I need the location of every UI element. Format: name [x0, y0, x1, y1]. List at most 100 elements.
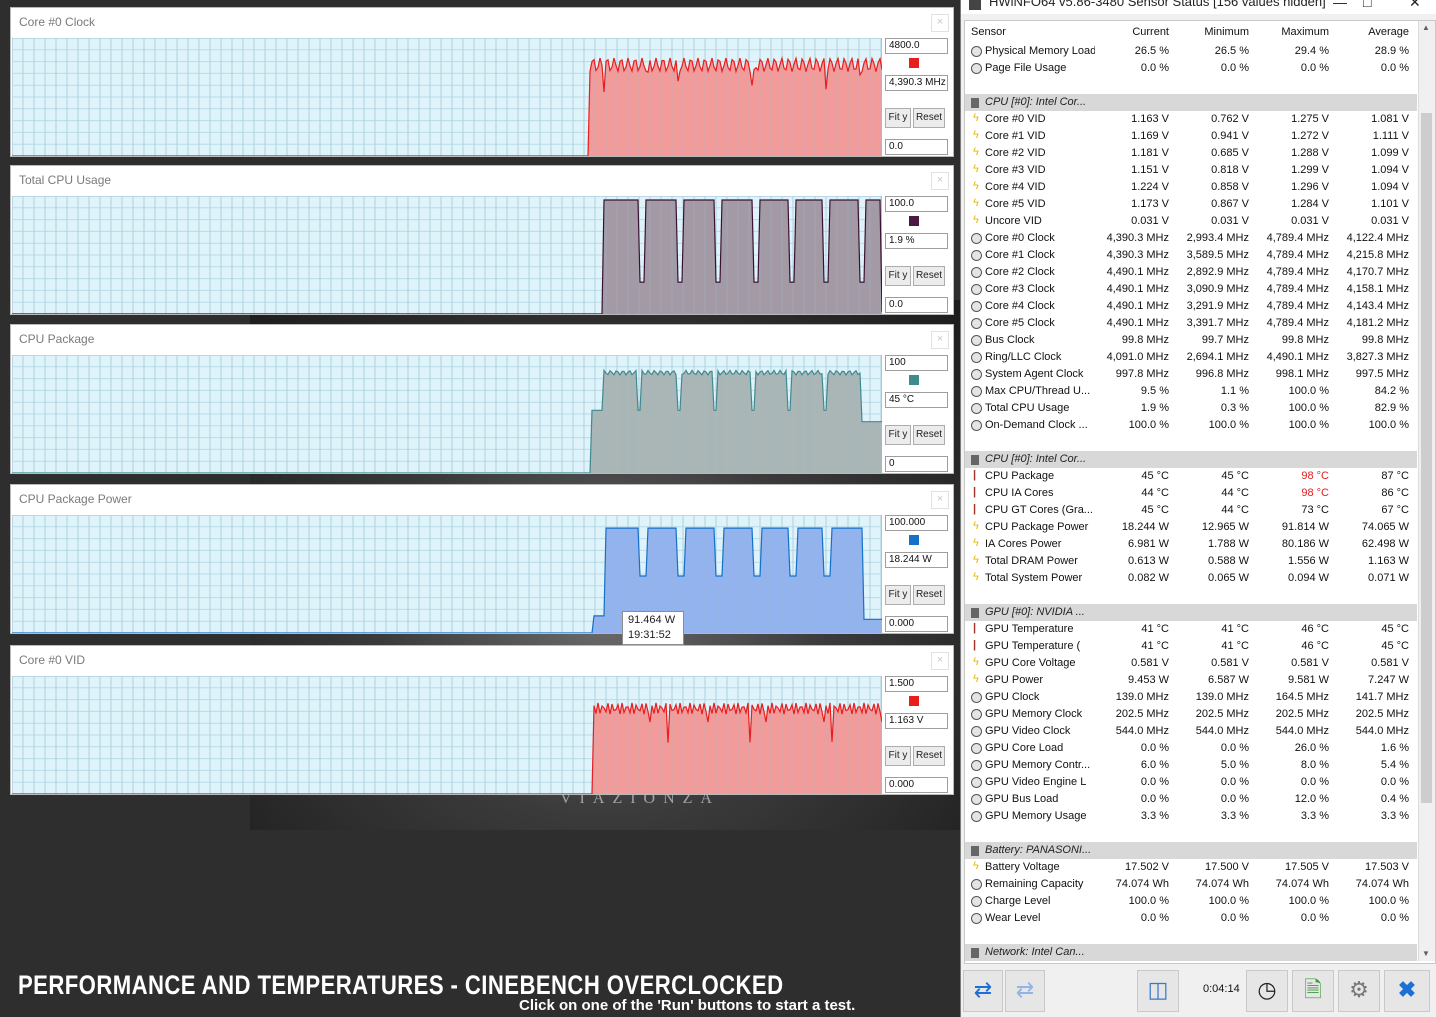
- sensor-row[interactable]: | CPU Package 45 °C 45 °C 98 °C 87 °C: [965, 468, 1417, 485]
- sensor-row[interactable]: ϟ Core #1 VID 1.169 V 0.941 V 1.272 V 1.111 V: [965, 128, 1417, 145]
- fit-y-button[interactable]: Fit y: [885, 585, 911, 605]
- reset-button[interactable]: Reset: [913, 425, 945, 445]
- sensor-row[interactable]: Remaining Capacity 74.074 Wh 74.074 Wh 74.0…: [965, 876, 1417, 893]
- sensor-row[interactable]: GPU Bus Load 0.0 % 0.0 % 12.0 % 0.4 %: [965, 791, 1417, 808]
- sensor-row[interactable]: ϟ Core #0 VID 1.163 V 0.762 V 1.275 V 1.081 V: [965, 111, 1417, 128]
- minimize-icon[interactable]: —: [1333, 0, 1347, 10]
- col-maximum[interactable]: Maximum: [1255, 26, 1329, 38]
- sensor-row[interactable]: ϟ GPU Core Voltage 0.581 V 0.581 V 0.581 V 0.…: [965, 655, 1417, 672]
- graph-min-value[interactable]: 0.000: [885, 777, 948, 793]
- close-icon[interactable]: ✕: [1409, 0, 1421, 11]
- sensor-row[interactable]: ϟ Core #5 VID 1.173 V 0.867 V 1.284 V 1.101 V: [965, 196, 1417, 213]
- graph-min-value[interactable]: 0.0: [885, 297, 948, 313]
- fit-y-button[interactable]: Fit y: [885, 746, 911, 766]
- fit-y-button[interactable]: Fit y: [885, 108, 911, 128]
- sensor-row[interactable]: ϟ CPU Package Power 18.244 W 12.965 W 91.814…: [965, 519, 1417, 536]
- reset-button[interactable]: Reset: [913, 585, 945, 605]
- reset-button[interactable]: Reset: [913, 108, 945, 128]
- graph-window[interactable]: CPU Package × 100 45 °C Fit y Reset 0: [10, 324, 954, 474]
- sensor-group-header[interactable]: GPU [#0]: NVIDIA ...: [965, 604, 1417, 621]
- sensor-row[interactable]: Core #2 Clock 4,490.1 MHz 2,892.9 MHz 4,789…: [965, 264, 1417, 281]
- sensor-row[interactable]: ϟ GPU Power 9.453 W 6.587 W 9.581 W 7.247 W: [965, 672, 1417, 689]
- sensor-row[interactable]: ϟ Core #3 VID 1.151 V 0.818 V 1.299 V 1.094 V: [965, 162, 1417, 179]
- sensor-group-header[interactable]: CPU [#0]: Intel Cor...: [965, 94, 1417, 111]
- sensor-row[interactable]: Core #0 Clock 4,390.3 MHz 2,993.4 MHz 4,789…: [965, 230, 1417, 247]
- sensor-row[interactable]: GPU Clock 139.0 MHz 139.0 MHz 164.5 MHz 141.…: [965, 689, 1417, 706]
- sensor-row[interactable]: Page File Usage 0.0 % 0.0 % 0.0 % 0.0 %: [965, 60, 1417, 77]
- sensor-group-header[interactable]: CPU [#0]: Intel Cor...: [965, 451, 1417, 468]
- sensor-row[interactable]: Bus Clock 99.8 MHz 99.7 MHz 99.8 MHz 99.8 MH…: [965, 332, 1417, 349]
- sensor-row[interactable]: GPU Memory Contr... 6.0 % 5.0 % 8.0 % 5.4 %: [965, 757, 1417, 774]
- sensor-row[interactable]: Core #1 Clock 4,390.3 MHz 3,589.5 MHz 4,789…: [965, 247, 1417, 264]
- graph-window[interactable]: Core #0 Clock × 4800.0 4,390.3 MHz Fit y Rese…: [10, 7, 954, 157]
- sensor-row[interactable]: | GPU Temperature (41 °C 41 °C 46 °C 45 °C: [965, 638, 1417, 655]
- sensor-row[interactable]: GPU Video Clock 544.0 MHz 544.0 MHz 544.0 M…: [965, 723, 1417, 740]
- sensor-row[interactable]: Max CPU/Thread U... 9.5 % 1.1 % 100.0 % 84.2…: [965, 383, 1417, 400]
- graph-color-swatch[interactable]: [909, 375, 919, 385]
- reset-button[interactable]: Reset: [913, 746, 945, 766]
- sensor-row[interactable]: Ring/LLC Clock 4,091.0 MHz 2,694.1 MHz 4,49…: [965, 349, 1417, 366]
- sensor-row[interactable]: | GPU Temperature 41 °C 41 °C 46 °C 45 °C: [965, 621, 1417, 638]
- scroll-up-icon[interactable]: ▲: [1422, 23, 1430, 32]
- sensor-row[interactable]: Core #5 Clock 4,490.1 MHz 3,391.7 MHz 4,789…: [965, 315, 1417, 332]
- sensor-group-header[interactable]: Network: Intel Can...: [965, 944, 1417, 961]
- network-icon[interactable]: ◫: [1137, 970, 1179, 1012]
- sensor-row[interactable]: Core #3 Clock 4,490.1 MHz 3,090.9 MHz 4,789…: [965, 281, 1417, 298]
- sensor-row[interactable]: | CPU IA Cores 44 °C 44 °C 98 °C 86 °C: [965, 485, 1417, 502]
- graph-color-swatch[interactable]: [909, 58, 919, 68]
- nav-arrows-icon[interactable]: ⇄: [963, 970, 1003, 1012]
- exit-icon[interactable]: ✖: [1384, 970, 1430, 1012]
- sensor-row[interactable]: ϟ Total System Power 0.082 W 0.065 W 0.094 W…: [965, 570, 1417, 587]
- reset-button[interactable]: Reset: [913, 266, 945, 286]
- graph-max-value[interactable]: 100.0: [885, 196, 948, 212]
- graph-color-swatch[interactable]: [909, 535, 919, 545]
- col-sensor[interactable]: Sensor: [971, 26, 1006, 38]
- sensor-row[interactable]: ϟ Total DRAM Power 0.613 W 0.588 W 1.556 W 1.…: [965, 553, 1417, 570]
- scroll-thumb[interactable]: [1421, 113, 1432, 803]
- sensor-row[interactable]: GPU Video Engine L 0.0 % 0.0 % 0.0 % 0.0 %: [965, 774, 1417, 791]
- sensor-row[interactable]: Physical Memory Load 26.5 % 26.5 % 29.4 % 28…: [965, 43, 1417, 60]
- hwinfo-titlebar[interactable]: HWiNFO64 v5.86-3480 Sensor Status [156 v…: [961, 0, 1436, 14]
- graph-color-swatch[interactable]: [909, 696, 919, 706]
- sensor-row[interactable]: GPU Memory Usage 3.3 % 3.3 % 3.3 % 3.3 %: [965, 808, 1417, 825]
- clock-icon[interactable]: ◷: [1246, 970, 1288, 1012]
- col-minimum[interactable]: Minimum: [1175, 26, 1249, 38]
- report-icon[interactable]: 🗎: [1292, 970, 1334, 1012]
- sensor-row[interactable]: Charge Level 100.0 % 100.0 % 100.0 % 100.0 %: [965, 893, 1417, 910]
- sensor-row[interactable]: ϟ Core #2 VID 1.181 V 0.685 V 1.288 V 1.099 V: [965, 145, 1417, 162]
- graph-min-value[interactable]: 0.0: [885, 139, 948, 155]
- sensor-row[interactable]: On-Demand Clock ... 100.0 % 100.0 % 100.0 %…: [965, 417, 1417, 434]
- nav-arrows-alt-icon[interactable]: ⇄: [1005, 970, 1045, 1012]
- sensor-row[interactable]: Total CPU Usage 1.9 % 0.3 % 100.0 % 82.9 %: [965, 400, 1417, 417]
- graph-window[interactable]: CPU Package Power × 100.000 18.244 W Fit y Re…: [10, 484, 954, 634]
- col-average[interactable]: Average: [1335, 26, 1409, 38]
- graph-window[interactable]: Total CPU Usage × 100.0 1.9 % Fit y Reset 0.0: [10, 165, 954, 315]
- maximize-icon[interactable]: □: [1363, 0, 1371, 10]
- graph-close-icon[interactable]: ×: [931, 172, 949, 190]
- sensor-row[interactable]: GPU Core Load 0.0 % 0.0 % 26.0 % 1.6 %: [965, 740, 1417, 757]
- graph-max-value[interactable]: 100.000: [885, 515, 948, 531]
- settings-gear-icon[interactable]: ⚙: [1338, 970, 1380, 1012]
- sensor-row[interactable]: Wear Level 0.0 % 0.0 % 0.0 % 0.0 %: [965, 910, 1417, 927]
- graph-min-value[interactable]: 0: [885, 456, 948, 472]
- sensor-row[interactable]: ϟ Battery Voltage 17.502 V 17.500 V 17.505 V…: [965, 859, 1417, 876]
- col-current[interactable]: Current: [1095, 26, 1169, 38]
- sensor-row[interactable]: | CPU GT Cores (Gra... 45 °C 44 °C 73 °C 67 °…: [965, 502, 1417, 519]
- graph-max-value[interactable]: 4800.0: [885, 38, 948, 54]
- graph-max-value[interactable]: 100: [885, 355, 948, 371]
- sensor-row[interactable]: ϟ Uncore VID 0.031 V 0.031 V 0.031 V 0.031 V: [965, 213, 1417, 230]
- graph-close-icon[interactable]: ×: [931, 652, 949, 670]
- graph-min-value[interactable]: 0.000: [885, 616, 948, 632]
- sensor-row[interactable]: GPU Memory Clock 202.5 MHz 202.5 MHz 202.5 …: [965, 706, 1417, 723]
- graph-close-icon[interactable]: ×: [931, 331, 949, 349]
- graph-color-swatch[interactable]: [909, 216, 919, 226]
- fit-y-button[interactable]: Fit y: [885, 425, 911, 445]
- scroll-down-icon[interactable]: ▼: [1422, 949, 1430, 958]
- fit-y-button[interactable]: Fit y: [885, 266, 911, 286]
- sensor-row[interactable]: ϟ IA Cores Power 6.981 W 1.788 W 80.186 W 62.…: [965, 536, 1417, 553]
- graph-close-icon[interactable]: ×: [931, 491, 949, 509]
- sensor-list[interactable]: Sensor Current Minimum Maximum Average P…: [964, 20, 1436, 964]
- graph-close-icon[interactable]: ×: [931, 14, 949, 32]
- sensor-scrollbar[interactable]: ▲ ▼: [1418, 21, 1435, 961]
- sensor-row[interactable]: ϟ Core #4 VID 1.224 V 0.858 V 1.296 V 1.094 V: [965, 179, 1417, 196]
